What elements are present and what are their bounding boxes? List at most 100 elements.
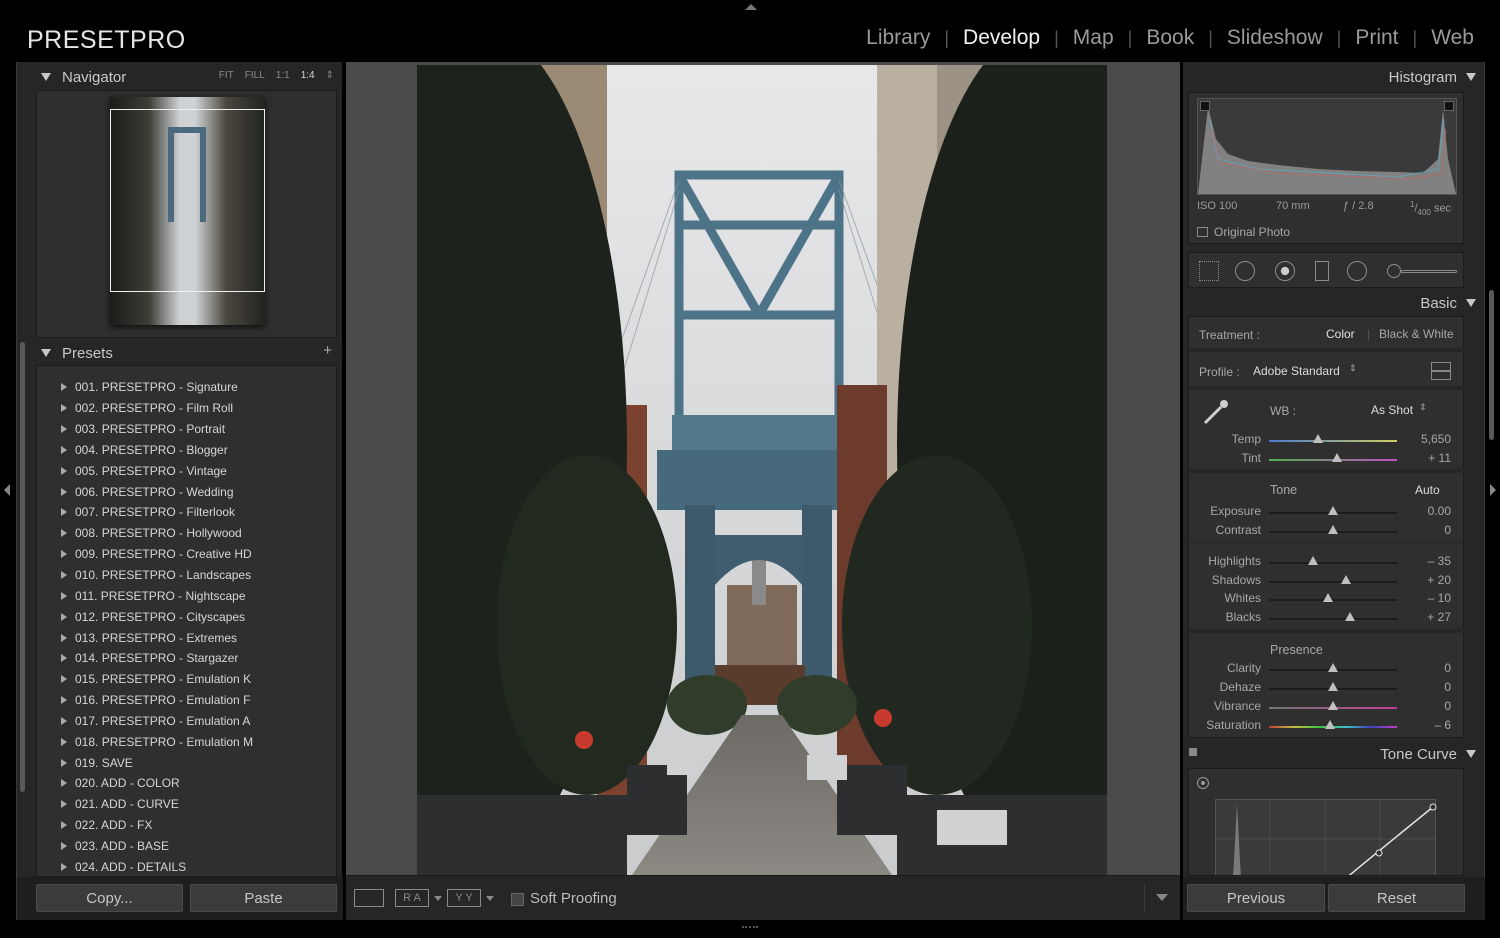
- zoom-stepper-icon[interactable]: ⇕: [326, 70, 334, 81]
- module-tab-book[interactable]: Book: [1132, 26, 1208, 50]
- preset-folder[interactable]: 018. PRESETPRO - Emulation M: [61, 731, 253, 752]
- preset-folder[interactable]: 012. PRESETPRO - Cityscapes: [61, 606, 253, 627]
- expand-triangle-icon[interactable]: [61, 445, 67, 454]
- saturation-value[interactable]: – 6: [1434, 718, 1451, 732]
- profile-browser-icon[interactable]: [1431, 362, 1451, 380]
- module-tab-print[interactable]: Print: [1341, 26, 1412, 50]
- preset-folder[interactable]: 004. PRESETPRO - Blogger: [61, 440, 253, 461]
- expand-triangle-icon[interactable]: [61, 529, 67, 538]
- expand-triangle-icon[interactable]: [61, 404, 67, 413]
- expand-triangle-icon[interactable]: [61, 487, 67, 496]
- shadow-clipping-icon[interactable]: [1200, 101, 1210, 111]
- histogram-graph[interactable]: [1197, 98, 1457, 195]
- histogram-header[interactable]: Histogram: [1389, 65, 1476, 89]
- before-after-yy-caret-icon[interactable]: [486, 896, 494, 901]
- expand-triangle-icon[interactable]: [61, 696, 67, 705]
- view-loupe-icon[interactable]: [354, 889, 384, 907]
- highlight-clipping-icon[interactable]: [1444, 101, 1454, 111]
- profile-select-caret-icon[interactable]: ⇕: [1349, 363, 1357, 374]
- preset-folder[interactable]: 010. PRESETPRO - Landscapes: [61, 565, 253, 586]
- contrast-value[interactable]: 0: [1444, 523, 1451, 537]
- expand-triangle-icon[interactable]: [61, 633, 67, 642]
- wb-select[interactable]: As Shot: [1371, 403, 1413, 417]
- before-after-ra-icon[interactable]: R A: [395, 889, 429, 907]
- whites-value[interactable]: – 10: [1428, 591, 1451, 605]
- exposure-value[interactable]: 0.00: [1428, 504, 1451, 518]
- temp-slider-track[interactable]: [1269, 440, 1397, 442]
- wb-select-caret-icon[interactable]: ⇕: [1419, 402, 1427, 413]
- expand-triangle-icon[interactable]: [61, 383, 67, 392]
- expand-triangle-icon[interactable]: [61, 821, 67, 830]
- preset-folder[interactable]: 013. PRESETPRO - Extremes: [61, 627, 253, 648]
- previous-button[interactable]: Previous: [1187, 884, 1325, 912]
- highlights-slider-thumb[interactable]: [1307, 556, 1318, 565]
- clarity-value[interactable]: 0: [1444, 661, 1451, 675]
- whites-slider-track[interactable]: [1269, 599, 1397, 602]
- preset-folder[interactable]: 003. PRESETPRO - Portrait: [61, 419, 253, 440]
- preset-folder[interactable]: 019. SAVE: [61, 752, 253, 773]
- preset-folder[interactable]: 017. PRESETPRO - Emulation A: [61, 711, 253, 732]
- before-after-caret-icon[interactable]: [434, 896, 442, 901]
- preset-folder[interactable]: 006. PRESETPRO - Wedding: [61, 481, 253, 502]
- navigator-header[interactable]: Navigator: [41, 64, 126, 90]
- expand-triangle-icon[interactable]: [61, 737, 67, 746]
- exposure-slider-thumb[interactable]: [1328, 506, 1338, 515]
- blacks-slider-thumb[interactable]: [1344, 612, 1355, 622]
- adjustment-brush-icon[interactable]: [1387, 264, 1401, 278]
- shadows-slider-track[interactable]: [1269, 580, 1397, 583]
- reset-button[interactable]: Reset: [1328, 884, 1465, 912]
- left-panel-scrollbar[interactable]: [20, 342, 25, 792]
- tint-slider-thumb[interactable]: [1331, 453, 1342, 462]
- navigator-view-frame[interactable]: [110, 109, 265, 292]
- preset-folder[interactable]: 007. PRESETPRO - Filterlook: [61, 502, 253, 523]
- original-photo-checkbox[interactable]: [1197, 227, 1208, 237]
- expand-triangle-icon[interactable]: [61, 425, 67, 434]
- expand-triangle-icon[interactable]: [61, 758, 67, 767]
- zoom-1-1[interactable]: 1:1: [276, 70, 290, 81]
- highlights-value[interactable]: – 35: [1428, 554, 1451, 568]
- preset-folder[interactable]: 024. ADD - DETAILS: [61, 856, 253, 876]
- vibrance-slider-thumb[interactable]: [1328, 701, 1338, 710]
- soft-proofing-checkbox[interactable]: [511, 893, 524, 906]
- saturation-slider-thumb[interactable]: [1325, 720, 1336, 729]
- tint-value[interactable]: + 11: [1428, 451, 1451, 465]
- preset-folder[interactable]: 001. PRESETPRO - Signature: [61, 377, 253, 398]
- temp-value[interactable]: 5,650: [1421, 432, 1451, 446]
- contrast-slider-thumb[interactable]: [1328, 525, 1338, 534]
- expand-triangle-icon[interactable]: [61, 841, 67, 850]
- crop-overlay-icon[interactable]: [1199, 261, 1219, 281]
- preset-folder[interactable]: 008. PRESETPRO - Hollywood: [61, 523, 253, 544]
- expand-triangle-icon[interactable]: [61, 612, 67, 621]
- preset-folder[interactable]: 021. ADD - CURVE: [61, 794, 253, 815]
- tone-curve-switch-icon[interactable]: [1189, 748, 1197, 756]
- presets-header[interactable]: Presets: [41, 340, 113, 366]
- preset-folder[interactable]: 009. PRESETPRO - Creative HD: [61, 544, 253, 565]
- module-tab-develop[interactable]: Develop: [949, 26, 1054, 50]
- expand-triangle-icon[interactable]: [61, 571, 67, 580]
- collapse-right-panel-icon[interactable]: [1490, 484, 1496, 496]
- preset-folder[interactable]: 015. PRESETPRO - Emulation K: [61, 669, 253, 690]
- expand-triangle-icon[interactable]: [61, 591, 67, 600]
- tone-auto-button[interactable]: Auto: [1415, 483, 1440, 497]
- navigator-preview[interactable]: [36, 90, 337, 338]
- preset-folder[interactable]: 005. PRESETPRO - Vintage: [61, 460, 253, 481]
- collapse-left-panel-icon[interactable]: [4, 484, 10, 496]
- preset-folder[interactable]: 023. ADD - BASE: [61, 836, 253, 857]
- target-adjustment-icon[interactable]: [1197, 777, 1209, 789]
- expand-triangle-icon[interactable]: [61, 779, 67, 788]
- preset-folder[interactable]: 014. PRESETPRO - Stargazer: [61, 648, 253, 669]
- expand-triangle-icon[interactable]: [61, 675, 67, 684]
- wb-eyedropper-icon[interactable]: [1201, 397, 1231, 427]
- highlights-slider-track[interactable]: [1269, 562, 1397, 564]
- tone-curve-graph[interactable]: [1215, 799, 1437, 876]
- clarity-slider-thumb[interactable]: [1328, 663, 1338, 672]
- toolbar-content-menu-icon[interactable]: [1156, 894, 1168, 901]
- expand-triangle-icon[interactable]: [61, 508, 67, 517]
- temp-slider-thumb[interactable]: [1312, 434, 1323, 443]
- copy-button[interactable]: Copy...: [36, 884, 183, 912]
- dehaze-value[interactable]: 0: [1444, 680, 1451, 694]
- right-panel-scrollbar[interactable]: [1489, 290, 1494, 440]
- before-after-yy-icon[interactable]: Y Y: [447, 889, 481, 907]
- add-preset-icon[interactable]: +: [323, 342, 332, 359]
- expand-triangle-icon[interactable]: [61, 716, 67, 725]
